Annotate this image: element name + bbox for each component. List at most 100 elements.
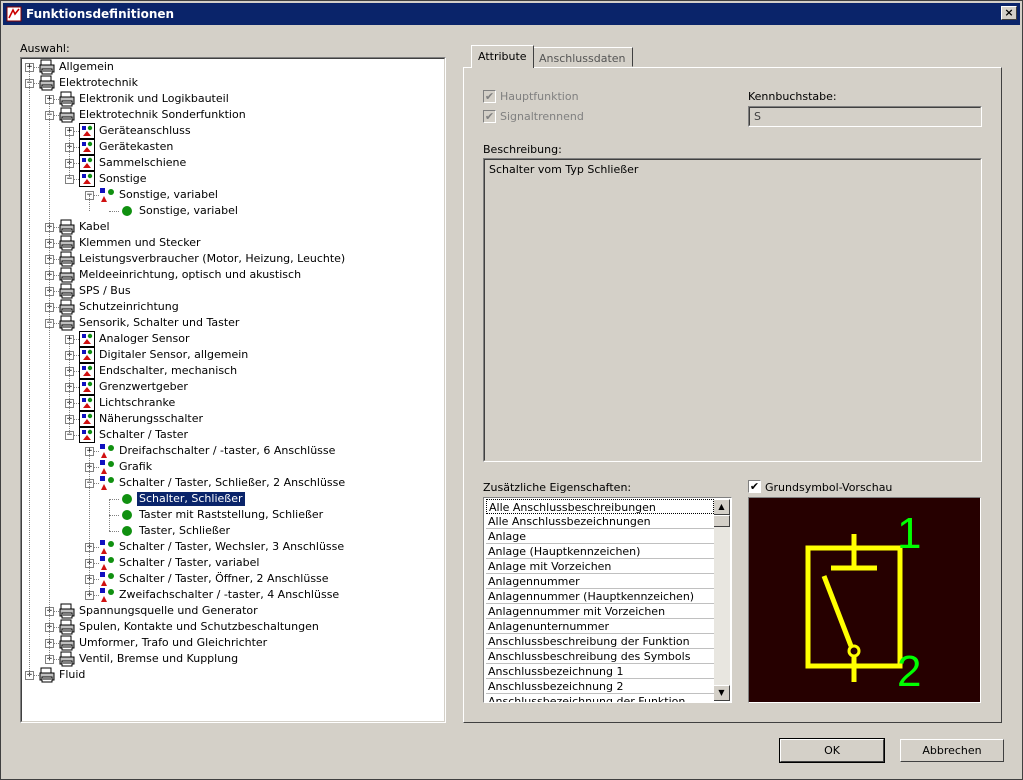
kennbuchstabe-field[interactable]: S [748, 106, 982, 127]
tree-printer-icon [59, 267, 75, 283]
cancel-button[interactable]: Abbrechen [900, 739, 1004, 762]
list-item[interactable]: Alle Anschlussbezeichnungen [486, 514, 714, 529]
beschreibung-field[interactable]: Schalter vom Typ Schließer [483, 158, 982, 462]
tree-item[interactable]: + Gerätekasten [21, 139, 445, 155]
ok-button[interactable]: OK [779, 738, 885, 763]
list-item[interactable]: Anschlussbeschreibung der Funktion [486, 634, 714, 649]
tab-anschlussdaten[interactable]: Anschlussdaten [532, 47, 633, 67]
tree-item[interactable]: + Grafik [21, 459, 445, 475]
close-button[interactable]: × [1001, 6, 1017, 20]
tree-item[interactable]: + Analoger Sensor [21, 331, 445, 347]
tree-item-label: Spulen, Kontakte und Schutzbeschaltungen [79, 620, 319, 633]
tree-item-label: Taster, Schließer [139, 524, 231, 537]
list-item[interactable]: Anlagennummer (Hauptkennzeichen) [486, 589, 714, 604]
title-bar[interactable]: Funktionsdefinitionen × [3, 3, 1020, 25]
tree-item-label: Dreifachschalter / -taster, 6 Anschlüsse [119, 444, 336, 457]
tree-item[interactable]: + Sammelschiene [21, 155, 445, 171]
tree-item-label: Zweifachschalter / -taster, 4 Anschlüsse [119, 588, 340, 601]
tree-item[interactable]: + Kabel [21, 219, 445, 235]
tree-item[interactable]: + Allgemein [21, 59, 445, 75]
list-item[interactable]: Anschlussbezeichnung 1 [486, 664, 714, 679]
shapes-icon [99, 187, 115, 203]
tree-item-label: Schalter / Taster, Schließer, 2 Anschlüs… [119, 476, 346, 489]
list-item[interactable]: Anlagenunternummer [486, 619, 714, 634]
tree-item[interactable]: − Schalter / Taster [21, 427, 445, 443]
tree-item[interactable]: + Näherungsschalter [21, 411, 445, 427]
tree-item[interactable]: Sonstige, variabel [21, 203, 445, 219]
tree-item-label: Klemmen und Stecker [79, 236, 201, 249]
tree-item-label: Analoger Sensor [99, 332, 190, 345]
scroll-thumb[interactable] [713, 515, 730, 527]
kennbuchstabe-label: Kennbuchstabe: [748, 90, 837, 103]
tree-item[interactable]: + Schalter / Taster, variabel [21, 555, 445, 571]
tree-item[interactable]: + Elektronik und Logikbauteil [21, 91, 445, 107]
symbol-box-icon [79, 363, 95, 379]
selection-label-text: Auswahl: [20, 42, 70, 55]
tree-item-label: Spannungsquelle und Generator [79, 604, 258, 617]
tree-item[interactable]: − Elektrotechnik Sonderfunktion [21, 107, 445, 123]
tree-item[interactable]: + Schutzeinrichtung [21, 299, 445, 315]
list-item[interactable]: Anlage mit Vorzeichen [486, 559, 714, 574]
tree-printer-icon [59, 235, 75, 251]
scroll-down-button[interactable]: ▼ [713, 685, 730, 701]
tree-item[interactable]: + Ventil, Bremse und Kupplung [21, 651, 445, 667]
hauptfunktion-checkbox[interactable]: ✔ [483, 90, 496, 103]
tree-item-label: Schalter / Taster [99, 428, 189, 441]
tree-item[interactable]: + Umformer, Trafo und Gleichrichter [21, 635, 445, 651]
list-item[interactable]: Anlagennummer mit Vorzeichen [486, 604, 714, 619]
green-dot-icon [119, 203, 135, 219]
tree-item[interactable]: + Schalter / Taster, Wechsler, 3 Anschlüs… [21, 539, 445, 555]
tree-guide [49, 99, 50, 659]
tree-item[interactable]: − Elektrotechnik [21, 75, 445, 91]
tree-item[interactable]: + Grenzwertgeber [21, 379, 445, 395]
zusatz-label: Zusätzliche Eigenschaften: [483, 481, 632, 494]
list-item[interactable]: Anschlussbezeichnung der Funktion [486, 694, 714, 702]
tree-item[interactable]: − Sonstige [21, 171, 445, 187]
tree-item[interactable]: + Lichtschranke [21, 395, 445, 411]
tree-item[interactable]: + Digitaler Sensor, allgemein [21, 347, 445, 363]
tree-item-label: Taster mit Raststellung, Schließer [139, 508, 324, 521]
tree-item[interactable]: Taster mit Raststellung, Schließer [21, 507, 445, 523]
tree-printer-icon [59, 107, 75, 123]
tree-item[interactable]: + Klemmen und Stecker [21, 235, 445, 251]
zusatz-listbox[interactable]: ▲ ▼ Alle Anschlussbeschreibungen Alle Ans… [483, 497, 732, 703]
tree-item[interactable]: + Leistungsverbraucher (Motor, Heizung, L… [21, 251, 445, 267]
tree-connector [109, 499, 119, 500]
tree-item[interactable]: − Sensorik, Schalter und Taster [21, 315, 445, 331]
tree-item-label: Schalter / Taster, variabel [119, 556, 260, 569]
tree-item[interactable]: + Spulen, Kontakte und Schutzbeschaltunge… [21, 619, 445, 635]
list-item[interactable]: Anlagennummer [486, 574, 714, 589]
tree-item[interactable]: + Meldeeinrichtung, optisch und akustisch [21, 267, 445, 283]
scroll-up-button[interactable]: ▲ [713, 499, 730, 515]
tree-item[interactable]: + Zweifachschalter / -taster, 4 Anschlüss… [21, 587, 445, 603]
tree-item[interactable]: + Endschalter, mechanisch [21, 363, 445, 379]
tree-item[interactable]: + Fluid [21, 667, 445, 683]
zusatz-scrollbar[interactable]: ▲ ▼ [713, 499, 730, 701]
preview-checkbox[interactable]: ✔ [748, 480, 761, 493]
signaltrennend-checkbox[interactable]: ✔ [483, 110, 496, 123]
tree-item[interactable]: + Geräteanschluss [21, 123, 445, 139]
tree-item[interactable]: − Schalter / Taster, Schließer, 2 Anschlü… [21, 475, 445, 491]
tree-item[interactable]: Taster, Schließer [21, 523, 445, 539]
list-item[interactable]: Anschlussbeschreibung des Symbols [486, 649, 714, 664]
tab-attribute[interactable]: Attribute [471, 45, 534, 68]
tree-printer-icon [59, 91, 75, 107]
tree-item[interactable]: + Schalter / Taster, Öffner, 2 Anschlüsse [21, 571, 445, 587]
list-item[interactable]: Anlage [486, 529, 714, 544]
tree-item[interactable]: Schalter, Schließer [21, 491, 445, 507]
tree-item-label: Schalter / Taster, Wechsler, 3 Anschlüss… [119, 540, 345, 553]
function-tree[interactable]: + Allgemein − Elektrotechnik + Elektronik und… [20, 57, 446, 723]
tree-guide [29, 67, 30, 675]
tree-item[interactable]: + Dreifachschalter / -taster, 6 Anschlüss… [21, 443, 445, 459]
green-dot-icon [119, 507, 135, 523]
list-item[interactable]: Anlage (Hauptkennzeichen) [486, 544, 714, 559]
tree-item[interactable]: + Spannungsquelle und Generator [21, 603, 445, 619]
list-item[interactable]: Anschlussbezeichnung 2 [486, 679, 714, 694]
symbol-box-icon [79, 395, 95, 411]
symbol-box-icon [79, 379, 95, 395]
tree-item[interactable]: − Sonstige, variabel [21, 187, 445, 203]
list-item[interactable]: Alle Anschlussbeschreibungen [486, 499, 714, 514]
tree-item-label: Leistungsverbraucher (Motor, Heizung, Le… [79, 252, 346, 265]
green-dot-icon [119, 491, 135, 507]
tree-item[interactable]: + SPS / Bus [21, 283, 445, 299]
